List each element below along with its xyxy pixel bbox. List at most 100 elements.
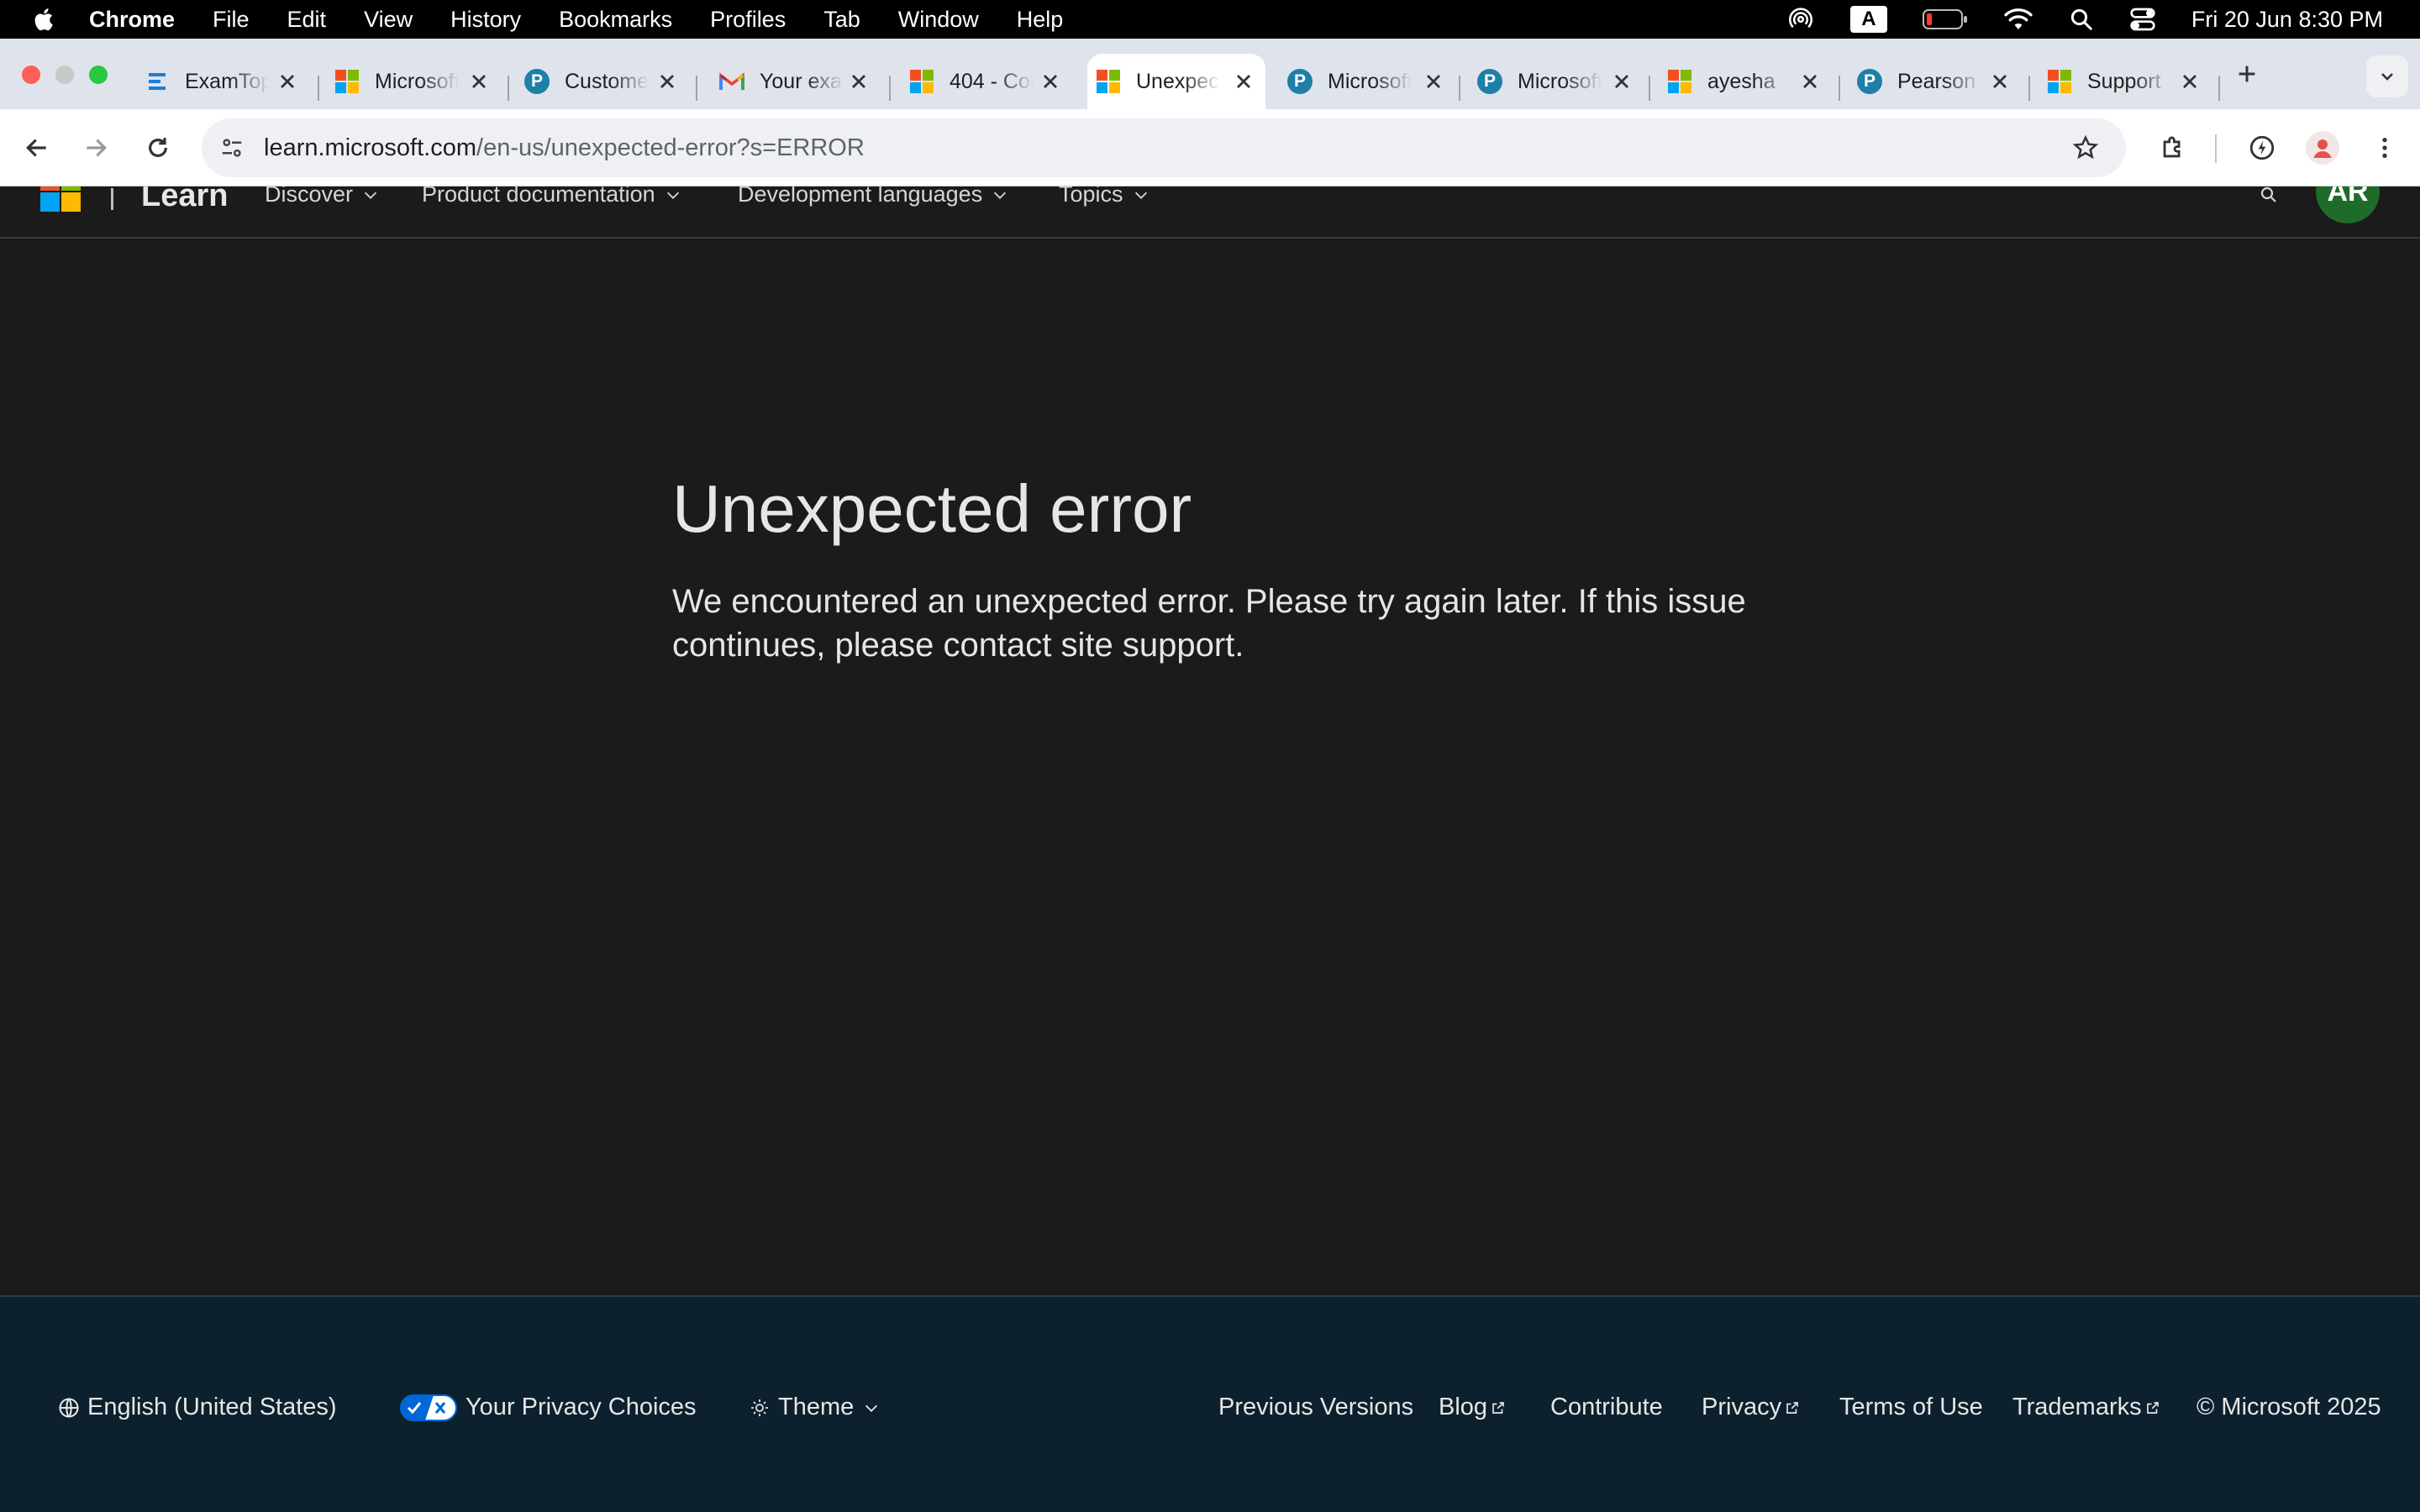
address-url[interactable]: learn.microsoft.com/en-us/unexpected-err… bbox=[264, 134, 865, 162]
close-tab-icon[interactable] bbox=[276, 70, 299, 93]
tab-separator bbox=[1649, 76, 1650, 101]
window-minimize-button[interactable] bbox=[55, 66, 74, 84]
external-link-icon bbox=[1786, 1401, 1798, 1414]
nav-product-documentation[interactable]: Product documentation bbox=[422, 186, 682, 207]
tab-title: Support bbox=[2087, 69, 2161, 93]
macos-menu-bar: Chrome File Edit View History Bookmarks … bbox=[0, 0, 2420, 39]
user-avatar[interactable]: AR bbox=[2316, 186, 2380, 223]
close-tab-icon[interactable] bbox=[467, 70, 491, 93]
browser-tab[interactable]: ExamTopics bbox=[134, 54, 309, 109]
nav-development-languages[interactable]: Development languages bbox=[738, 186, 1009, 207]
browser-tab[interactable]: Support bbox=[2035, 54, 2212, 109]
browser-tab[interactable]: Microsoft bbox=[324, 54, 501, 109]
browser-tab-strip: ExamTopics Microsoft P Customer Your exa… bbox=[0, 39, 2420, 109]
footer-link-privacy[interactable]: Privacy bbox=[1702, 1394, 1800, 1421]
footer-link-contribute[interactable]: Contribute bbox=[1550, 1394, 1663, 1421]
window-zoom-button[interactable] bbox=[89, 66, 108, 84]
tab-search-chevron-down-icon[interactable] bbox=[2366, 55, 2408, 97]
tab-title: ExamTopics bbox=[185, 69, 269, 93]
tab-separator bbox=[2028, 76, 2030, 101]
nav-label: Development languages bbox=[738, 186, 983, 207]
close-tab-icon[interactable] bbox=[1232, 70, 1255, 93]
extensions-puzzle-icon[interactable] bbox=[2156, 131, 2190, 165]
close-tab-icon[interactable] bbox=[1798, 70, 1822, 93]
profile-avatar-icon[interactable] bbox=[2306, 131, 2339, 165]
menu-help[interactable]: Help bbox=[1017, 7, 1064, 33]
airdrop-icon[interactable] bbox=[1786, 5, 1815, 34]
chrome-menu-kebab-icon[interactable] bbox=[2368, 131, 2402, 165]
tab-title: Customer bbox=[565, 69, 649, 93]
window-close-button[interactable] bbox=[22, 66, 40, 84]
browser-tab[interactable]: ayesha bbox=[1655, 54, 1832, 109]
footer-link-previous-versions[interactable]: Previous Versions bbox=[1218, 1394, 1413, 1421]
menu-bookmarks[interactable]: Bookmarks bbox=[559, 7, 672, 33]
bookmark-star-icon[interactable] bbox=[2069, 131, 2102, 165]
menu-tab[interactable]: Tab bbox=[823, 7, 860, 33]
menu-profiles[interactable]: Profiles bbox=[710, 7, 786, 33]
error-message: We encountered an unexpected error. Plea… bbox=[672, 583, 1746, 664]
close-tab-icon[interactable] bbox=[1039, 70, 1062, 93]
browser-tab[interactable]: P Microsoft bbox=[1467, 54, 1644, 109]
close-tab-icon[interactable] bbox=[847, 70, 871, 93]
pearson-icon: P bbox=[524, 69, 550, 94]
microsoft-logo-icon bbox=[909, 69, 934, 94]
browser-tab[interactable]: P Customer bbox=[514, 54, 689, 109]
close-tab-icon[interactable] bbox=[2178, 70, 2202, 93]
locale-selector[interactable]: English (United States) bbox=[57, 1394, 337, 1421]
nav-topics[interactable]: Topics bbox=[1059, 186, 1150, 207]
page-title: Unexpected error bbox=[672, 471, 1192, 546]
menu-history[interactable]: History bbox=[450, 7, 521, 33]
reload-icon[interactable] bbox=[141, 131, 175, 165]
site-search-icon[interactable] bbox=[2259, 186, 2279, 209]
toolbar-divider bbox=[2215, 134, 2217, 163]
close-tab-icon[interactable] bbox=[1422, 70, 1445, 93]
browser-tab[interactable]: P Microsoft bbox=[1277, 54, 1455, 109]
menu-edit[interactable]: Edit bbox=[287, 7, 327, 33]
sun-icon bbox=[751, 1399, 768, 1416]
close-tab-icon[interactable] bbox=[1610, 70, 1634, 93]
chevron-down-icon bbox=[364, 192, 377, 199]
locale-label: English (United States) bbox=[87, 1394, 337, 1420]
menu-view[interactable]: View bbox=[364, 7, 413, 33]
theme-selector[interactable]: Theme bbox=[750, 1394, 881, 1421]
microsoft-logo-icon bbox=[1096, 69, 1121, 94]
performance-lightning-icon[interactable] bbox=[2245, 131, 2279, 165]
privacy-choices-link[interactable]: Your Privacy Choices bbox=[400, 1394, 697, 1421]
forward-arrow-icon[interactable] bbox=[79, 131, 113, 165]
browser-tab[interactable]: Your exam bbox=[704, 54, 881, 109]
tab-separator bbox=[318, 76, 319, 101]
globe-icon bbox=[59, 1397, 79, 1418]
pearson-icon: P bbox=[1857, 69, 1882, 94]
tab-title: Microsoft bbox=[375, 69, 459, 93]
address-bar[interactable]: learn.microsoft.com/en-us/unexpected-err… bbox=[202, 118, 2126, 177]
footer-link-terms-of-use[interactable]: Terms of Use bbox=[1839, 1394, 1983, 1421]
footer-link-trademarks[interactable]: Trademarks bbox=[2012, 1394, 2160, 1421]
close-tab-icon[interactable] bbox=[655, 70, 679, 93]
browser-tab[interactable]: 404 - Content bbox=[896, 54, 1072, 109]
chevron-down-icon bbox=[865, 1404, 878, 1412]
site-info-tune-icon[interactable] bbox=[215, 131, 249, 165]
brand-divider bbox=[111, 188, 113, 210]
menu-file[interactable]: File bbox=[213, 7, 250, 33]
menubar-clock[interactable]: Fri 20 Jun 8:30 PM bbox=[2191, 7, 2383, 33]
learn-brand-link[interactable]: Learn bbox=[141, 186, 228, 214]
microsoft-logo-icon[interactable] bbox=[40, 186, 81, 212]
wifi-icon[interactable] bbox=[2003, 7, 2033, 32]
spotlight-search-icon[interactable] bbox=[2069, 7, 2094, 32]
control-center-icon[interactable] bbox=[2129, 7, 2156, 32]
gmail-icon bbox=[719, 69, 744, 94]
browser-tab-active[interactable]: Unexpected error bbox=[1087, 54, 1265, 109]
nav-discover[interactable]: Discover bbox=[265, 186, 380, 207]
back-arrow-icon[interactable] bbox=[20, 131, 54, 165]
battery-icon[interactable] bbox=[1922, 8, 1968, 31]
menu-app-name[interactable]: Chrome bbox=[89, 7, 175, 33]
link-label: Blog bbox=[1439, 1394, 1488, 1420]
footer-link-blog[interactable]: Blog bbox=[1439, 1394, 1506, 1421]
apple-logo-icon[interactable] bbox=[30, 5, 59, 34]
nav-label: Discover bbox=[265, 186, 354, 207]
new-tab-plus-icon[interactable] bbox=[2230, 57, 2264, 91]
input-source-indicator[interactable]: A bbox=[1849, 6, 1887, 33]
menu-window[interactable]: Window bbox=[898, 7, 979, 33]
close-tab-icon[interactable] bbox=[1988, 70, 2012, 93]
browser-tab[interactable]: P Pearson bbox=[1845, 54, 2022, 109]
